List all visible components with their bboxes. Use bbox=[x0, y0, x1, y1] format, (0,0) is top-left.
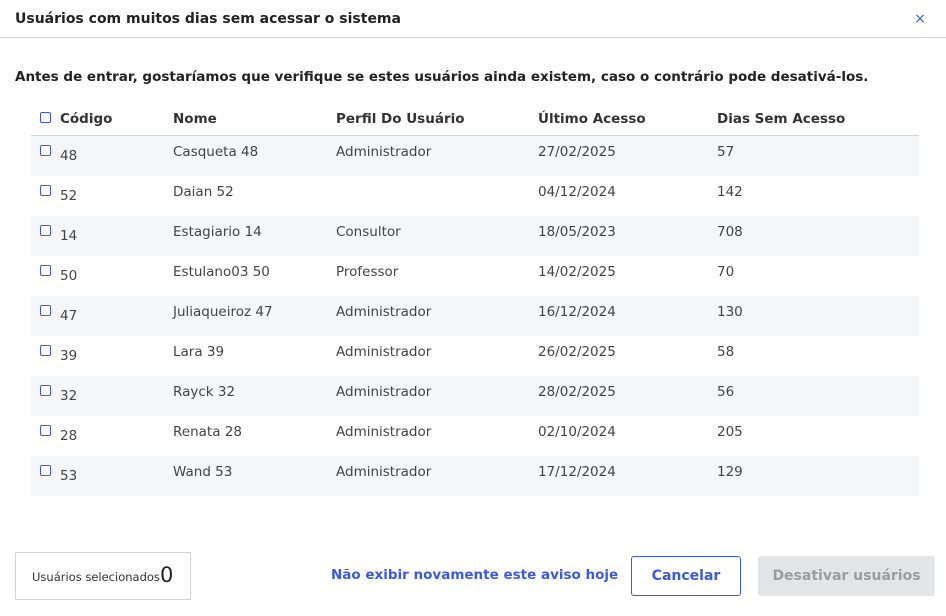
modal-title: Usuários com muitos dias sem acessar o s… bbox=[15, 11, 401, 27]
cell-last-access: 18/05/2023 bbox=[538, 224, 616, 240]
cancel-button[interactable]: Cancelar bbox=[631, 556, 741, 596]
header-days-without-access[interactable]: Dias Sem Acesso bbox=[717, 111, 845, 127]
table-row: 52 Daian 52 04/12/2024 142 bbox=[31, 176, 919, 216]
cell-days: 58 bbox=[717, 344, 735, 360]
table-row: 47 Juliaqueiroz 47 Administrador 16/12/2024… bbox=[31, 296, 919, 336]
selected-users-label: Usuários selecionados bbox=[32, 570, 160, 584]
cell-code: 53 bbox=[60, 468, 78, 484]
header-name[interactable]: Nome bbox=[173, 111, 217, 127]
row-checkbox[interactable] bbox=[40, 465, 51, 476]
dont-show-again-link[interactable]: Não exibir novamente este aviso hoje bbox=[331, 567, 618, 583]
cell-last-access: 16/12/2024 bbox=[538, 304, 616, 320]
cell-code: 32 bbox=[60, 388, 78, 404]
table-row: 53 Wand 53 Administrador 17/12/2024 129 bbox=[31, 456, 919, 496]
cell-last-access: 27/02/2025 bbox=[538, 144, 616, 160]
selected-users-count: 0 bbox=[160, 563, 174, 587]
cell-code: 50 bbox=[60, 268, 78, 284]
selected-users-box: Usuários selecionados 0 bbox=[15, 552, 191, 600]
cell-code: 48 bbox=[60, 148, 78, 164]
cell-days: 142 bbox=[717, 184, 743, 200]
cell-code: 28 bbox=[60, 428, 78, 444]
cell-profile: Administrador bbox=[336, 304, 432, 320]
deactivate-users-button[interactable]: Desativar usuários bbox=[758, 556, 935, 596]
table-row: 32 Rayck 32 Administrador 28/02/2025 56 bbox=[31, 376, 919, 416]
cell-last-access: 28/02/2025 bbox=[538, 384, 616, 400]
table-row: 39 Lara 39 Administrador 26/02/2025 58 bbox=[31, 336, 919, 376]
cell-last-access: 26/02/2025 bbox=[538, 344, 616, 360]
cell-code: 14 bbox=[60, 228, 78, 244]
cell-days: 129 bbox=[717, 464, 743, 480]
cell-days: 130 bbox=[717, 304, 743, 320]
cell-name: Daian 52 bbox=[173, 184, 234, 200]
header-profile[interactable]: Perfil Do Usuário bbox=[336, 111, 465, 127]
header-code[interactable]: Código bbox=[60, 111, 112, 127]
cell-profile: Administrador bbox=[336, 144, 432, 160]
table-row: 28 Renata 28 Administrador 02/10/2024 205 bbox=[31, 416, 919, 456]
modal-header: Usuários com muitos dias sem acessar o s… bbox=[0, 0, 946, 38]
row-checkbox[interactable] bbox=[40, 305, 51, 316]
cell-name: Renata 28 bbox=[173, 424, 242, 440]
cell-last-access: 14/02/2025 bbox=[538, 264, 616, 280]
row-checkbox[interactable] bbox=[40, 385, 51, 396]
cell-name: Wand 53 bbox=[173, 464, 233, 480]
cell-name: Estulano03 50 bbox=[173, 264, 270, 280]
row-checkbox[interactable] bbox=[40, 265, 51, 276]
table-row: 48 Casqueta 48 Administrador 27/02/2025 57 bbox=[31, 136, 919, 176]
table-row: 14 Estagiario 14 Consultor 18/05/2023 708 bbox=[31, 216, 919, 256]
row-checkbox[interactable] bbox=[40, 145, 51, 156]
instructions-text: Antes de entrar, gostaríamos que verifiq… bbox=[15, 69, 869, 85]
cell-name: Estagiario 14 bbox=[173, 224, 262, 240]
cell-days: 57 bbox=[717, 144, 735, 160]
cell-days: 56 bbox=[717, 384, 735, 400]
cell-code: 39 bbox=[60, 348, 78, 364]
cell-code: 47 bbox=[60, 308, 78, 324]
cell-profile: Administrador bbox=[336, 344, 432, 360]
cell-name: Lara 39 bbox=[173, 344, 225, 360]
close-icon[interactable]: × bbox=[910, 9, 930, 29]
cell-profile: Administrador bbox=[336, 464, 432, 480]
table-header: Código Nome Perfil Do Usuário Último Ace… bbox=[31, 105, 919, 136]
cell-profile: Consultor bbox=[336, 224, 401, 240]
select-all-checkbox[interactable] bbox=[40, 112, 51, 123]
cell-days: 205 bbox=[717, 424, 743, 440]
users-table: Código Nome Perfil Do Usuário Último Ace… bbox=[31, 105, 919, 496]
table-row: 50 Estulano03 50 Professor 14/02/2025 70 bbox=[31, 256, 919, 296]
cell-last-access: 17/12/2024 bbox=[538, 464, 616, 480]
row-checkbox[interactable] bbox=[40, 225, 51, 236]
cell-code: 52 bbox=[60, 188, 78, 204]
cell-name: Juliaqueiroz 47 bbox=[173, 304, 273, 320]
cell-name: Casqueta 48 bbox=[173, 144, 259, 160]
cell-name: Rayck 32 bbox=[173, 384, 236, 400]
cell-profile: Administrador bbox=[336, 384, 432, 400]
table-body: 48 Casqueta 48 Administrador 27/02/2025 57 52… bbox=[31, 136, 919, 496]
cell-days: 70 bbox=[717, 264, 735, 280]
row-checkbox[interactable] bbox=[40, 185, 51, 196]
row-checkbox[interactable] bbox=[40, 425, 51, 436]
cell-days: 708 bbox=[717, 224, 743, 240]
cell-profile: Administrador bbox=[336, 424, 432, 440]
row-checkbox[interactable] bbox=[40, 345, 51, 356]
header-last-access[interactable]: Último Acesso bbox=[538, 111, 646, 127]
cell-last-access: 04/12/2024 bbox=[538, 184, 616, 200]
cell-last-access: 02/10/2024 bbox=[538, 424, 616, 440]
cell-profile: Professor bbox=[336, 264, 399, 280]
